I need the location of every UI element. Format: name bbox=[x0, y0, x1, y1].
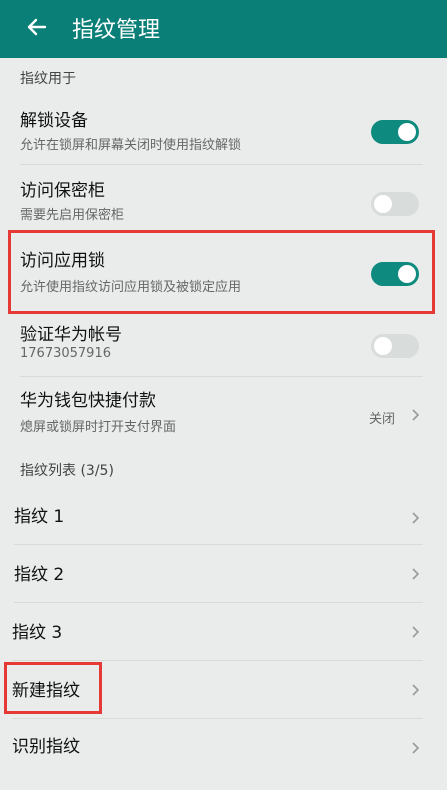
identify-fingerprint-row[interactable]: 识别指纹 bbox=[0, 720, 447, 776]
safe-access-row[interactable]: 访问保密柜 需要先启用保密柜 bbox=[0, 166, 447, 228]
toggle-knob bbox=[398, 123, 416, 141]
section-header-fingerprint-list: 指纹列表 (3/5) bbox=[20, 463, 114, 479]
safe-access-subtitle: 需要先启用保密柜 bbox=[20, 208, 125, 223]
fingerprint-2-label: 指纹 2 bbox=[14, 565, 65, 585]
fingerprint-3-row[interactable]: 指纹 3 bbox=[0, 604, 447, 660]
divider bbox=[14, 602, 423, 603]
divider bbox=[20, 164, 423, 165]
divider bbox=[14, 544, 423, 545]
wallet-quick-pay-value: 关闭 bbox=[368, 412, 395, 427]
safe-access-title: 访问保密柜 bbox=[20, 181, 105, 201]
toggle-knob bbox=[374, 195, 392, 213]
arrow-left-icon bbox=[27, 18, 47, 36]
app-header: 指纹管理 bbox=[0, 0, 447, 58]
unlock-device-row[interactable]: 解锁设备 允许在锁屏和屏幕关闭时使用指纹解锁 bbox=[0, 96, 447, 162]
unlock-device-subtitle: 允许在锁屏和屏幕关闭时使用指纹解锁 bbox=[20, 138, 242, 153]
huawei-account-row[interactable]: 验证华为帐号 17673057916 bbox=[0, 314, 447, 374]
chevron-right-icon bbox=[412, 626, 420, 638]
fingerprint-1-label: 指纹 1 bbox=[14, 507, 65, 527]
unlock-device-toggle[interactable] bbox=[371, 120, 419, 144]
toggle-knob bbox=[374, 337, 392, 355]
fingerprint-3-label: 指纹 3 bbox=[12, 623, 63, 643]
wallet-quick-pay-subtitle: 熄屏或锁屏时打开支付界面 bbox=[20, 420, 177, 435]
divider bbox=[20, 376, 423, 377]
huawei-account-number: 17673057916 bbox=[20, 346, 111, 361]
highlight-box-app-lock bbox=[8, 230, 435, 314]
fingerprint-2-row[interactable]: 指纹 2 bbox=[0, 546, 447, 602]
unlock-device-title: 解锁设备 bbox=[20, 111, 88, 131]
chevron-right-icon bbox=[412, 684, 420, 696]
fingerprint-1-row[interactable]: 指纹 1 bbox=[0, 486, 447, 542]
fingerprint-settings-page: 指纹管理 指纹用于 解锁设备 允许在锁屏和屏幕关闭时使用指纹解锁 访问保密柜 需… bbox=[0, 0, 447, 790]
chevron-right-icon bbox=[412, 742, 420, 754]
identify-fingerprint-label: 识别指纹 bbox=[12, 737, 80, 757]
back-button[interactable] bbox=[24, 14, 50, 40]
huawei-account-toggle[interactable] bbox=[371, 334, 419, 358]
chevron-right-icon bbox=[412, 512, 420, 524]
wallet-quick-pay-row[interactable]: 华为钱包快捷付款 熄屏或锁屏时打开支付界面 关闭 bbox=[0, 378, 447, 442]
divider bbox=[12, 660, 423, 661]
safe-access-toggle[interactable] bbox=[371, 192, 419, 216]
divider bbox=[12, 718, 423, 719]
highlight-box-new-fingerprint bbox=[4, 662, 102, 714]
wallet-quick-pay-title: 华为钱包快捷付款 bbox=[20, 391, 156, 411]
chevron-right-icon bbox=[412, 568, 420, 580]
page-title: 指纹管理 bbox=[72, 18, 161, 43]
huawei-account-title: 验证华为帐号 bbox=[20, 325, 122, 345]
chevron-right-icon bbox=[412, 409, 420, 421]
section-header-usage: 指纹用于 bbox=[20, 71, 76, 87]
